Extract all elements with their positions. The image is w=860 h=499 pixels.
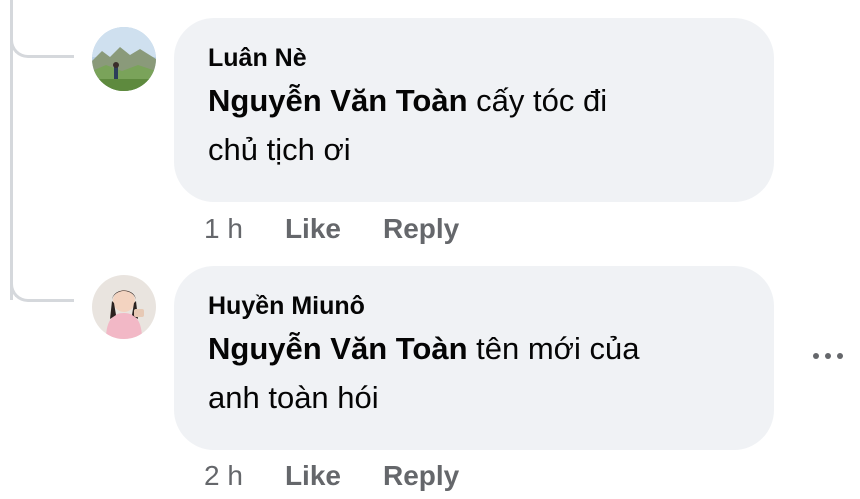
comment-text-line: chủ tịch ơi — [208, 132, 351, 167]
comment-author[interactable]: Luân Nè — [208, 42, 742, 74]
comment-timestamp[interactable]: 1 h — [204, 212, 243, 246]
thread-connector — [10, 36, 74, 58]
comment-timestamp[interactable]: 2 h — [204, 459, 243, 493]
comment-actions: 1 h Like Reply — [204, 212, 501, 246]
mention-link[interactable]: Nguyễn Văn Toàn — [208, 83, 468, 118]
comment-bubble: Huyền Miunô Nguyễn Văn Toàn tên mới của … — [174, 266, 774, 450]
comment-bubble: Luân Nè Nguyễn Văn Toàn cấy tóc đi chủ t… — [174, 18, 774, 202]
comment-actions: 2 h Like Reply — [204, 459, 501, 493]
comment-author[interactable]: Huyền Miunô — [208, 290, 742, 322]
landscape-photo-avatar-icon — [92, 27, 156, 91]
thread-connector — [10, 280, 74, 302]
comment-text-line: tên mới của — [467, 331, 640, 366]
like-button[interactable]: Like — [285, 459, 341, 493]
comment-text-line: cấy tóc đi — [467, 83, 608, 118]
comment-text: Nguyễn Văn Toàn tên mới của anh toàn hói — [208, 324, 742, 422]
person-photo-avatar-icon — [92, 275, 156, 339]
comment-thread: Luân Nè Nguyễn Văn Toàn cấy tóc đi chủ t… — [0, 0, 860, 499]
dot — [813, 353, 819, 359]
like-button[interactable]: Like — [285, 212, 341, 246]
reply-button[interactable]: Reply — [383, 459, 459, 493]
dot — [825, 353, 831, 359]
more-options-icon[interactable] — [806, 344, 850, 368]
avatar[interactable] — [92, 27, 156, 91]
avatar[interactable] — [92, 275, 156, 339]
comment-text-line: anh toàn hói — [208, 380, 379, 415]
mention-link[interactable]: Nguyễn Văn Toàn — [208, 331, 468, 366]
dot — [837, 353, 843, 359]
reply-button[interactable]: Reply — [383, 212, 459, 246]
comment-text: Nguyễn Văn Toàn cấy tóc đi chủ tịch ơi — [208, 76, 742, 174]
